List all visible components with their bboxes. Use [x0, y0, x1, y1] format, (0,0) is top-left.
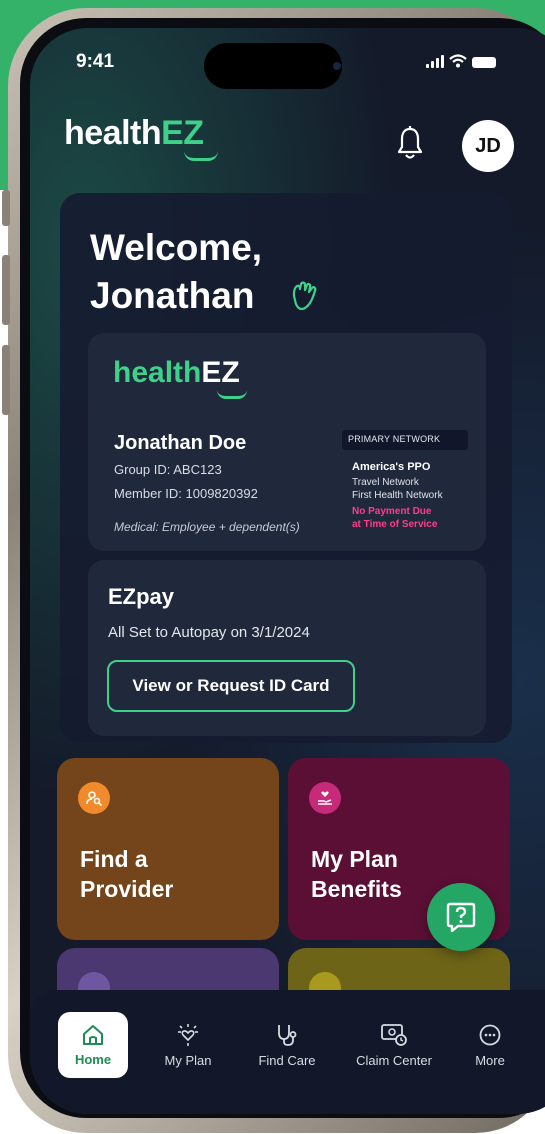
- payment-note: at Time of Service: [352, 519, 438, 530]
- group-id: Group ID: ABC123: [114, 462, 222, 477]
- tab-label: Find Care: [258, 1052, 316, 1068]
- phone-side-button: [2, 190, 10, 226]
- wifi-icon: [449, 54, 467, 68]
- network-name: America's PPO: [352, 461, 431, 473]
- network-label: PRIMARY NETWORK: [342, 430, 468, 450]
- status-icons: [426, 54, 496, 68]
- card-logo-smile: [217, 390, 247, 399]
- phone-screen: 9:41 healthEZ JD Welcome, Jonathan healt…: [30, 28, 545, 1114]
- tab-claim-center[interactable]: Claim Center: [346, 1012, 442, 1078]
- question-chat-icon: [446, 902, 476, 933]
- tab-label: More: [475, 1052, 505, 1068]
- ezpay-status: All Set to Autopay on 3/1/2024: [108, 624, 310, 641]
- dynamic-island: [204, 43, 342, 89]
- bell-icon[interactable]: [396, 126, 424, 162]
- tab-find-care[interactable]: Find Care: [250, 1012, 324, 1078]
- tab-my-plan[interactable]: My Plan: [158, 1012, 218, 1078]
- coverage-type: Medical: Employee + dependent(s): [114, 520, 300, 534]
- card-logo: healthEZ: [113, 356, 240, 389]
- network-line: First Health Network: [352, 490, 443, 501]
- member-name: Jonathan Doe: [114, 432, 247, 454]
- signal-icon: [426, 55, 444, 68]
- logo-smile: [184, 151, 218, 161]
- battery-icon: [472, 57, 496, 68]
- status-time: 9:41: [76, 51, 115, 72]
- tab-label: Claim Center: [356, 1052, 432, 1068]
- phone-side-button: [2, 345, 10, 415]
- sparkle-heart-icon: [178, 1023, 198, 1046]
- provider-search-icon: [78, 782, 110, 814]
- tab-more[interactable]: More: [464, 1012, 516, 1078]
- welcome-heading: Welcome, Jonathan: [90, 227, 263, 316]
- claim-money-icon: [381, 1023, 407, 1046]
- tab-home[interactable]: Home: [58, 1012, 128, 1078]
- payment-note: No Payment Due: [352, 506, 432, 517]
- camera-dot: [333, 62, 341, 70]
- find-provider-label: Find a Provider: [80, 846, 174, 902]
- more-icon: [479, 1024, 501, 1045]
- network-line: Travel Network: [352, 477, 419, 488]
- view-id-card-button[interactable]: View or Request ID Card: [107, 660, 355, 712]
- app-logo: healthEZ: [64, 114, 204, 152]
- app-stage: 9:41 healthEZ JD Welcome, Jonathan healt…: [0, 0, 545, 1134]
- home-icon: [83, 1024, 103, 1045]
- tab-label: Home: [74, 1051, 112, 1067]
- plan-benefits-label: My Plan Benefits: [311, 846, 402, 902]
- stethoscope-icon: [278, 1024, 297, 1046]
- phone-side-button: [2, 255, 10, 325]
- ezpay-title: EZpay: [108, 584, 175, 609]
- tab-label: My Plan: [164, 1052, 212, 1068]
- member-id: Member ID: 1009820392: [114, 486, 258, 501]
- waving-hand-icon: [292, 281, 317, 311]
- heart-hand-icon: [309, 782, 341, 814]
- avatar[interactable]: JD: [462, 120, 514, 172]
- help-button[interactable]: [427, 883, 495, 951]
